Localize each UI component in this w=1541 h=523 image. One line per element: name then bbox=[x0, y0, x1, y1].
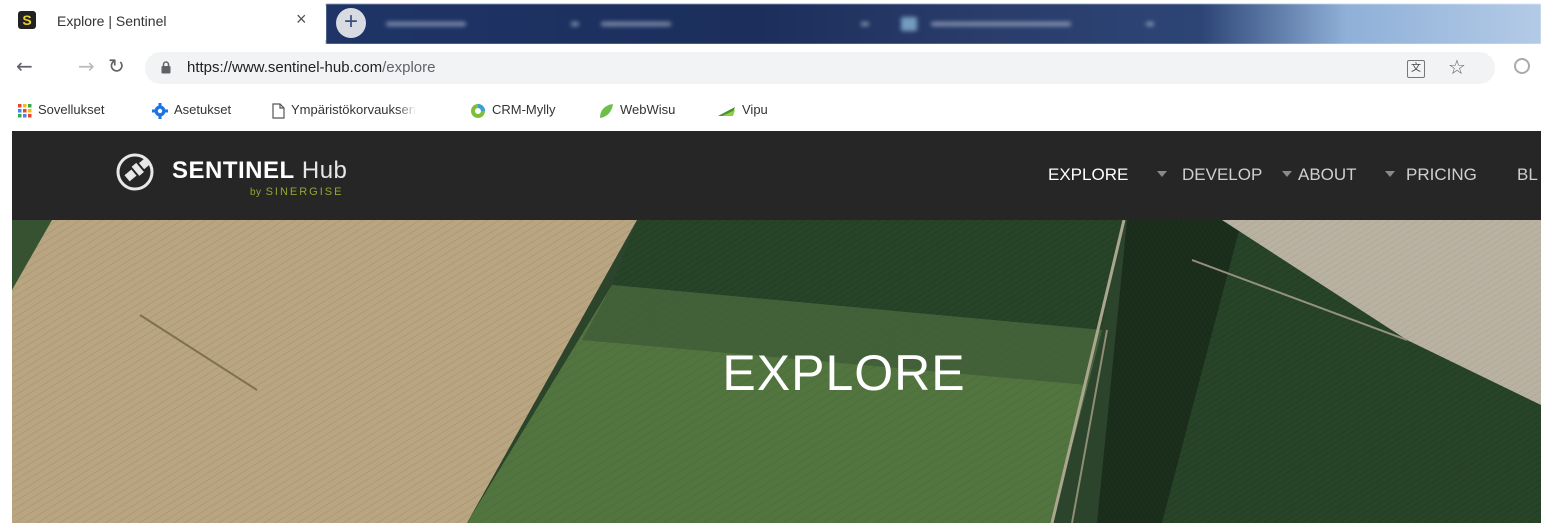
apps-grid-icon bbox=[18, 103, 32, 118]
nav-pricing[interactable]: PRICING bbox=[1406, 165, 1477, 185]
back-arrow-icon[interactable]: ← bbox=[16, 55, 33, 77]
bookmark-sovellukset[interactable]: Sovellukset bbox=[18, 102, 104, 118]
page-icon bbox=[272, 102, 285, 119]
logo-light: Hub bbox=[301, 157, 348, 184]
bookmark-label: Asetukset bbox=[174, 102, 232, 117]
lock-icon bbox=[161, 61, 171, 74]
chevron-down-icon[interactable] bbox=[1385, 171, 1395, 177]
nav-blog-truncated[interactable]: BL bbox=[1517, 165, 1538, 185]
bookmark-label: Sovellukset bbox=[38, 102, 105, 117]
nav-explore[interactable]: EXPLORE bbox=[1048, 165, 1128, 185]
logo-bold: SENTINEL bbox=[172, 157, 295, 184]
nav-develop[interactable]: DEVELOP bbox=[1182, 165, 1262, 185]
bookmark-label: Vipu bbox=[742, 102, 768, 117]
sentinel-satellite-logo-icon[interactable] bbox=[114, 148, 160, 194]
close-tab-icon[interactable]: × bbox=[296, 9, 307, 30]
vipu-icon bbox=[718, 106, 735, 116]
tab-title: Explore | Sentinel bbox=[57, 13, 167, 29]
bookmarks-bar: Sovellukset Asetukset Ympäristökorvaukse… bbox=[0, 92, 1541, 130]
logo-wordmark[interactable]: SENTINEL Hub bbox=[172, 157, 347, 185]
bookmark-crm-mylly[interactable]: CRM-Mylly bbox=[470, 102, 556, 119]
chevron-down-icon[interactable] bbox=[1282, 171, 1292, 177]
logo-byline: by SINERGISE bbox=[250, 186, 343, 198]
bookmark-star-icon[interactable]: ☆ bbox=[1448, 55, 1466, 79]
bookmark-label: Ympäristökorvauksen bbox=[291, 102, 416, 117]
translate-icon[interactable]: 文 bbox=[1407, 60, 1425, 78]
hero-title: EXPLORE bbox=[722, 345, 966, 401]
browser-toolbar: ← → ↻ https://www.sentinel-hub.com/explo… bbox=[0, 44, 1541, 93]
leaf-icon bbox=[600, 103, 613, 118]
bookmark-vipu[interactable]: Vipu bbox=[718, 102, 768, 117]
bookmark-ymparistokorvauksen[interactable]: Ympäristökorvauksen bbox=[272, 102, 416, 119]
browser-tab-strip: S Explore | Sentinel × + bbox=[0, 0, 1541, 44]
extension-icon[interactable] bbox=[1514, 58, 1530, 74]
bookmark-asetukset[interactable]: Asetukset bbox=[152, 102, 231, 119]
crm-icon bbox=[471, 103, 485, 118]
logo-by-small: by bbox=[250, 187, 262, 198]
bookmark-label: CRM-Mylly bbox=[492, 102, 556, 117]
address-bar[interactable]: https://www.sentinel-hub.com/explore 文 ☆ bbox=[145, 52, 1495, 84]
url-path: /explore bbox=[382, 59, 436, 76]
chevron-down-icon[interactable] bbox=[1157, 171, 1167, 177]
sentinel-favicon-icon: S bbox=[18, 11, 36, 29]
bookmark-webwisu[interactable]: WebWisu bbox=[598, 102, 675, 119]
site-header: SENTINEL Hub by SINERGISE EXPLORE DEVELOP… bbox=[12, 131, 1541, 220]
url-text: https://www.sentinel-hub.com/explore bbox=[187, 59, 435, 76]
url-host: https://www.sentinel-hub.com bbox=[187, 59, 383, 76]
hero-banner: EXPLORE bbox=[12, 220, 1541, 523]
bookmark-label: WebWisu bbox=[620, 102, 676, 117]
new-tab-button[interactable]: + bbox=[336, 8, 366, 38]
logo-brand: SINERGISE bbox=[265, 186, 344, 198]
reload-icon[interactable]: ↻ bbox=[108, 55, 125, 77]
forward-arrow-icon[interactable]: → bbox=[78, 55, 95, 77]
gear-icon bbox=[152, 102, 168, 119]
background-tabs-blurred[interactable] bbox=[326, 4, 1541, 44]
nav-about[interactable]: ABOUT bbox=[1298, 165, 1357, 185]
